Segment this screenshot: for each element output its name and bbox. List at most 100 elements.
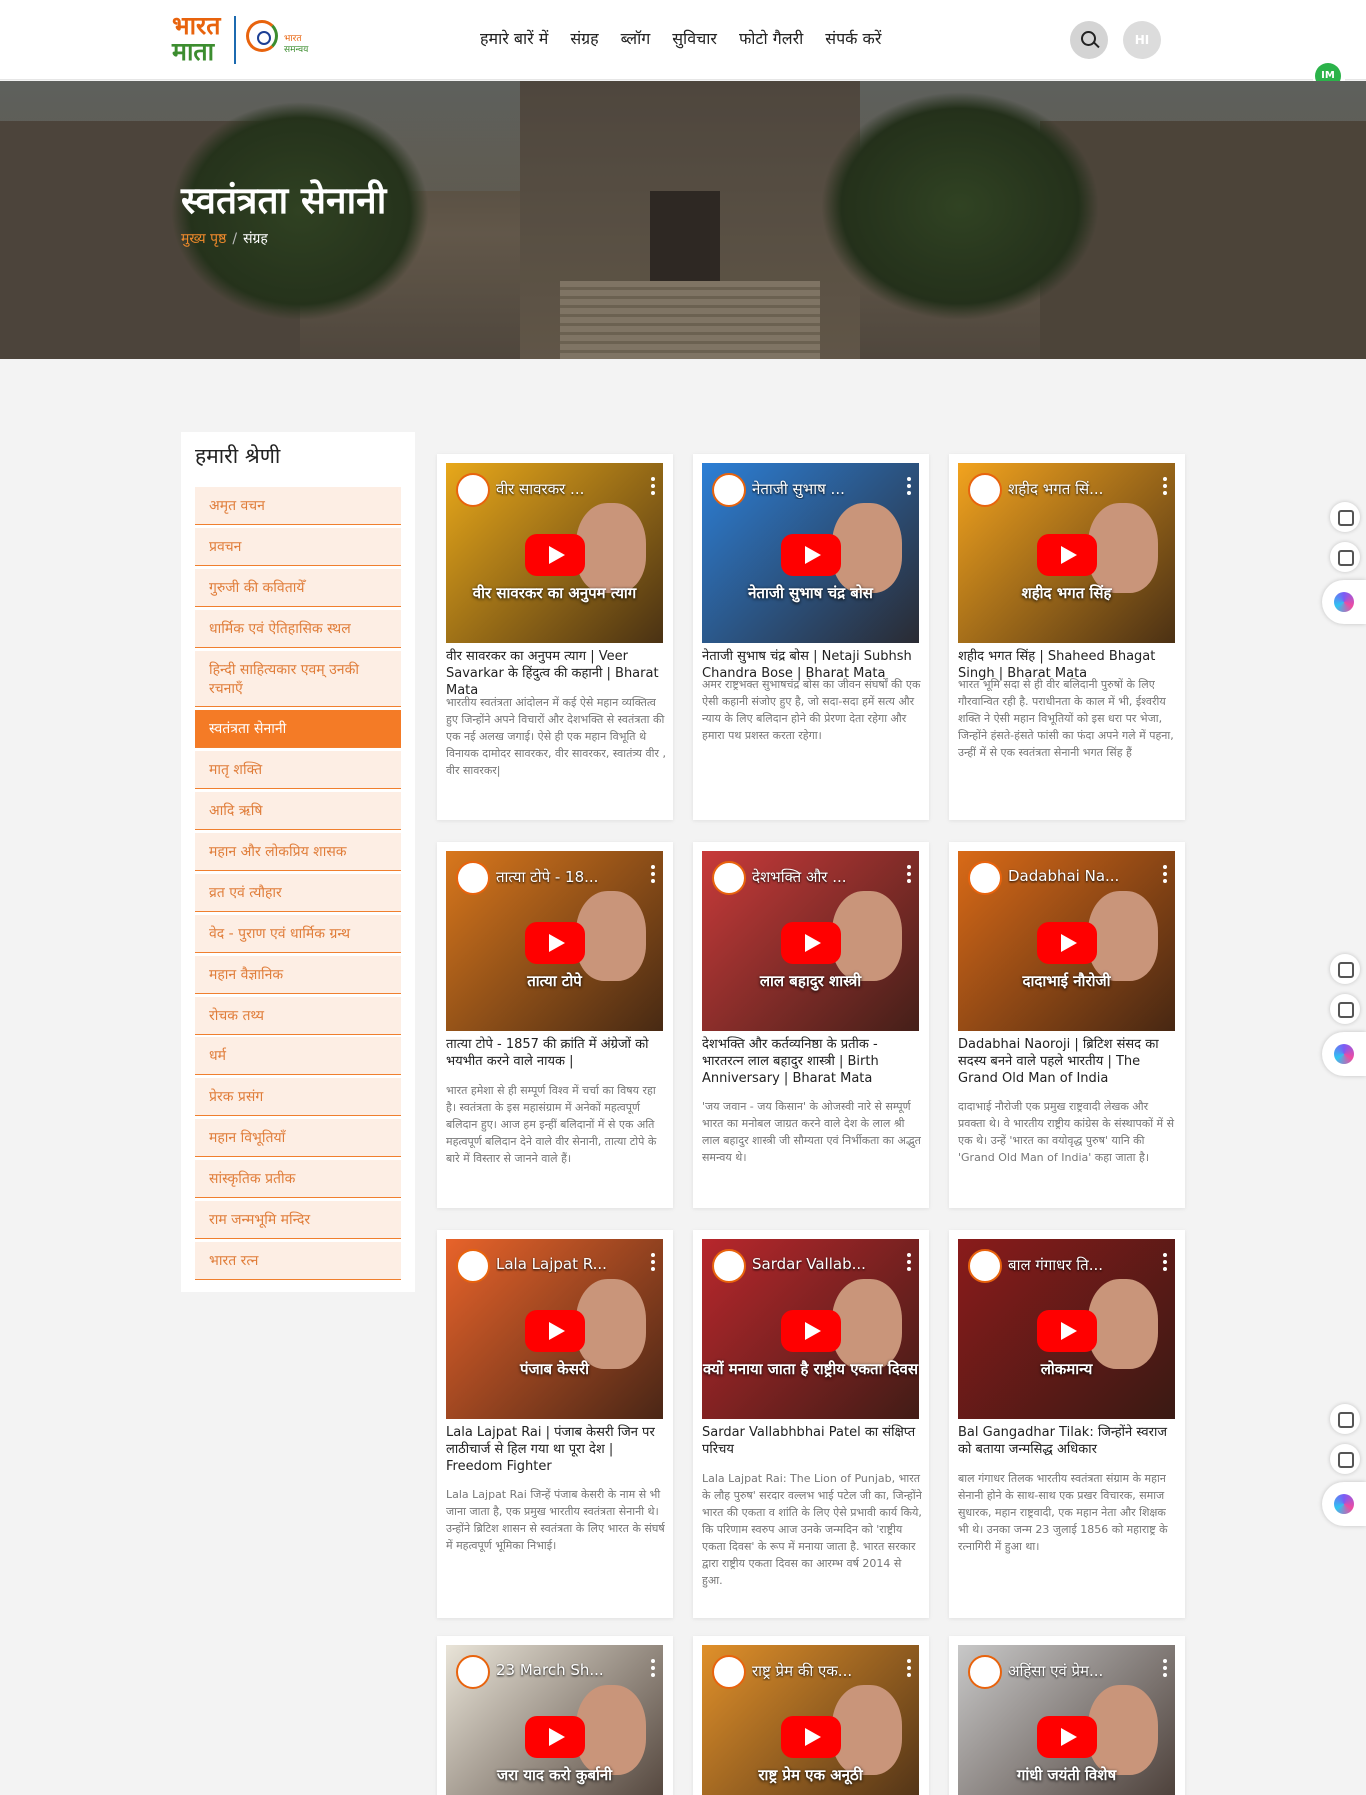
reader-icon[interactable] xyxy=(1330,1444,1360,1474)
channel-avatar-icon[interactable] xyxy=(456,1249,490,1283)
card-title[interactable]: Dadabhai Naoroji | ब्रिटिश संसद का सदस्य… xyxy=(958,1036,1178,1087)
nav-quotes[interactable]: सुविचार xyxy=(672,24,717,54)
video-card[interactable]: पंजाब केसरी Lala Lajpat R... Lala Lajpat R… xyxy=(437,1230,673,1618)
video-title[interactable]: वीर सावरकर ... xyxy=(496,479,636,499)
more-options-icon[interactable] xyxy=(651,1253,655,1271)
channel-avatar-icon[interactable] xyxy=(712,473,746,507)
nav-about[interactable]: हमारे बारें में xyxy=(480,24,548,54)
nav-photo-gallery[interactable]: फोटो गैलरी xyxy=(739,24,803,54)
site-logo[interactable]: भारत माता भारत समन्वय xyxy=(172,12,324,68)
video-title[interactable]: Sardar Vallab... xyxy=(752,1255,892,1273)
card-title[interactable]: देशभक्ति और कर्तव्यनिष्ठा के प्रतीक - भा… xyxy=(702,1036,922,1087)
card-title[interactable]: Bal Gangadhar Tilak: जिन्होंने स्वराज को… xyxy=(958,1424,1178,1458)
sidebar-category-item[interactable]: आदि ऋषि xyxy=(195,792,401,830)
reader-icon[interactable] xyxy=(1330,542,1360,572)
video-thumbnail[interactable]: वीर सावरकर का अनुपम त्याग वीर सावरकर ... xyxy=(446,463,663,643)
more-options-icon[interactable] xyxy=(1163,1253,1167,1271)
search-button[interactable] xyxy=(1070,21,1108,59)
sidebar-category-item[interactable]: गुरुजी की कवितायेँ xyxy=(195,569,401,607)
channel-avatar-icon[interactable] xyxy=(968,1249,1002,1283)
video-thumbnail[interactable]: क्यों मनाया जाता है राष्ट्रीय एकता दिवस S… xyxy=(702,1239,919,1419)
more-options-icon[interactable] xyxy=(651,865,655,883)
language-toggle-button[interactable]: HI xyxy=(1123,21,1161,59)
sidebar-category-item[interactable]: अमृत वचन xyxy=(195,487,401,525)
video-title[interactable]: Lala Lajpat R... xyxy=(496,1255,636,1273)
sidebar-category-item[interactable]: मातृ शक्ति xyxy=(195,751,401,789)
video-thumbnail[interactable]: तात्या टोपे तात्या टोपे - 18... xyxy=(446,851,663,1031)
card-title[interactable]: Lala Lajpat Rai | पंजाब केसरी जिन पर लाठ… xyxy=(446,1424,666,1475)
card-title[interactable]: Sardar Vallabhbhai Patel का संक्षिप्त पर… xyxy=(702,1424,922,1458)
channel-avatar-icon[interactable] xyxy=(456,861,490,895)
more-options-icon[interactable] xyxy=(1163,477,1167,495)
video-card[interactable]: तात्या टोपे तात्या टोपे - 18... तात्या टोप… xyxy=(437,842,673,1208)
sidebar-category-item[interactable]: महान और लोकप्रिय शासक xyxy=(195,833,401,871)
translate-icon[interactable] xyxy=(1330,954,1360,984)
video-card[interactable]: लाल बहादुर शास्त्री देशभक्ति और ... देशभक्… xyxy=(693,842,929,1208)
sidebar-category-item[interactable]: रोचक तथ्य xyxy=(195,997,401,1035)
more-options-icon[interactable] xyxy=(651,477,655,495)
play-button-icon[interactable] xyxy=(781,1310,841,1352)
sidebar-category-item[interactable]: प्रवचन xyxy=(195,528,401,566)
video-title[interactable]: नेताजी सुभाष ... xyxy=(752,479,892,499)
play-button-icon[interactable] xyxy=(1037,1716,1097,1758)
more-options-icon[interactable] xyxy=(907,1253,911,1271)
breadcrumb-home[interactable]: मुख्य पृष्ठ xyxy=(181,231,226,247)
sidebar-category-item[interactable]: धार्मिक एवं ऐतिहासिक स्थल xyxy=(195,610,401,648)
ai-assistant-icon[interactable] xyxy=(1322,580,1366,624)
channel-avatar-icon[interactable] xyxy=(968,473,1002,507)
channel-avatar-icon[interactable] xyxy=(456,473,490,507)
video-title[interactable]: शहीद भगत सिं... xyxy=(1008,479,1148,499)
video-card[interactable]: राष्ट्र प्रेम एक अनूठी राष्ट्र प्रेम की ए… xyxy=(693,1636,929,1795)
card-title[interactable]: तात्या टोपे - 1857 की क्रांति में अंग्रे… xyxy=(446,1036,666,1070)
channel-avatar-icon[interactable] xyxy=(712,861,746,895)
sidebar-category-item[interactable]: महान वैज्ञानिक xyxy=(195,956,401,994)
sidebar-category-item[interactable]: प्रेरक प्रसंग xyxy=(195,1078,401,1116)
play-button-icon[interactable] xyxy=(781,922,841,964)
video-thumbnail[interactable]: शहीद भगत सिंह शहीद भगत सिं... xyxy=(958,463,1175,643)
channel-avatar-icon[interactable] xyxy=(712,1655,746,1689)
video-title[interactable]: देशभक्ति और ... xyxy=(752,867,892,887)
card-title[interactable]: वीर सावरकर का अनुपम त्याग | Veer Savarka… xyxy=(446,648,666,699)
more-options-icon[interactable] xyxy=(907,477,911,495)
ai-assistant-icon[interactable] xyxy=(1322,1032,1366,1076)
more-options-icon[interactable] xyxy=(1163,865,1167,883)
reader-icon[interactable] xyxy=(1330,994,1360,1024)
sidebar-category-item[interactable]: राम जन्मभूमि मन्दिर xyxy=(195,1201,401,1239)
more-options-icon[interactable] xyxy=(907,865,911,883)
video-card[interactable]: शहीद भगत सिंह शहीद भगत सिं... शहीद भगत सिं… xyxy=(949,454,1185,820)
sidebar-category-item[interactable]: वेद - पुराण एवं धार्मिक ग्रन्थ xyxy=(195,915,401,953)
nav-blog[interactable]: ब्लॉग xyxy=(621,24,651,54)
video-thumbnail[interactable]: राष्ट्र प्रेम एक अनूठी राष्ट्र प्रेम की ए… xyxy=(702,1645,919,1795)
video-card[interactable]: वीर सावरकर का अनुपम त्याग वीर सावरकर ... व… xyxy=(437,454,673,820)
video-thumbnail[interactable]: पंजाब केसरी Lala Lajpat R... xyxy=(446,1239,663,1419)
play-button-icon[interactable] xyxy=(1037,534,1097,576)
play-button-icon[interactable] xyxy=(781,534,841,576)
video-card[interactable]: लोकमान्य बाल गंगाधर ति... Bal Gangadhar Ti… xyxy=(949,1230,1185,1618)
more-options-icon[interactable] xyxy=(907,1659,911,1677)
video-card[interactable]: क्यों मनाया जाता है राष्ट्रीय एकता दिवस S… xyxy=(693,1230,929,1618)
sidebar-category-item[interactable]: धर्म xyxy=(195,1037,401,1075)
play-button-icon[interactable] xyxy=(525,1716,585,1758)
video-thumbnail[interactable]: नेताजी सुभाष चंद्र बोस नेताजी सुभाष ... xyxy=(702,463,919,643)
play-button-icon[interactable] xyxy=(525,534,585,576)
play-button-icon[interactable] xyxy=(1037,922,1097,964)
sidebar-category-item[interactable]: महान विभूतियाँ xyxy=(195,1119,401,1157)
video-title[interactable]: तात्या टोपे - 18... xyxy=(496,867,636,887)
channel-avatar-icon[interactable] xyxy=(712,1249,746,1283)
video-title[interactable]: बाल गंगाधर ति... xyxy=(1008,1255,1148,1275)
channel-avatar-icon[interactable] xyxy=(968,861,1002,895)
video-card[interactable]: नेताजी सुभाष चंद्र बोस नेताजी सुभाष ... ने… xyxy=(693,454,929,820)
ai-assistant-icon[interactable] xyxy=(1322,1482,1366,1526)
video-thumbnail[interactable]: लाल बहादुर शास्त्री देशभक्ति और ... xyxy=(702,851,919,1031)
channel-avatar-icon[interactable] xyxy=(968,1655,1002,1689)
nav-collection[interactable]: संग्रह xyxy=(570,24,598,54)
more-options-icon[interactable] xyxy=(651,1659,655,1677)
play-button-icon[interactable] xyxy=(1037,1310,1097,1352)
video-title[interactable]: Dadabhai Na... xyxy=(1008,867,1148,885)
video-title[interactable]: अहिंसा एवं प्रेम... xyxy=(1008,1661,1148,1681)
nav-contact[interactable]: संपर्क करें xyxy=(825,24,881,54)
translate-icon[interactable] xyxy=(1330,1404,1360,1434)
video-thumbnail[interactable]: गांधी जयंती विशेष अहिंसा एवं प्रेम... xyxy=(958,1645,1175,1795)
play-button-icon[interactable] xyxy=(781,1716,841,1758)
video-thumbnail[interactable]: दादाभाई नौरोजी Dadabhai Na... xyxy=(958,851,1175,1031)
